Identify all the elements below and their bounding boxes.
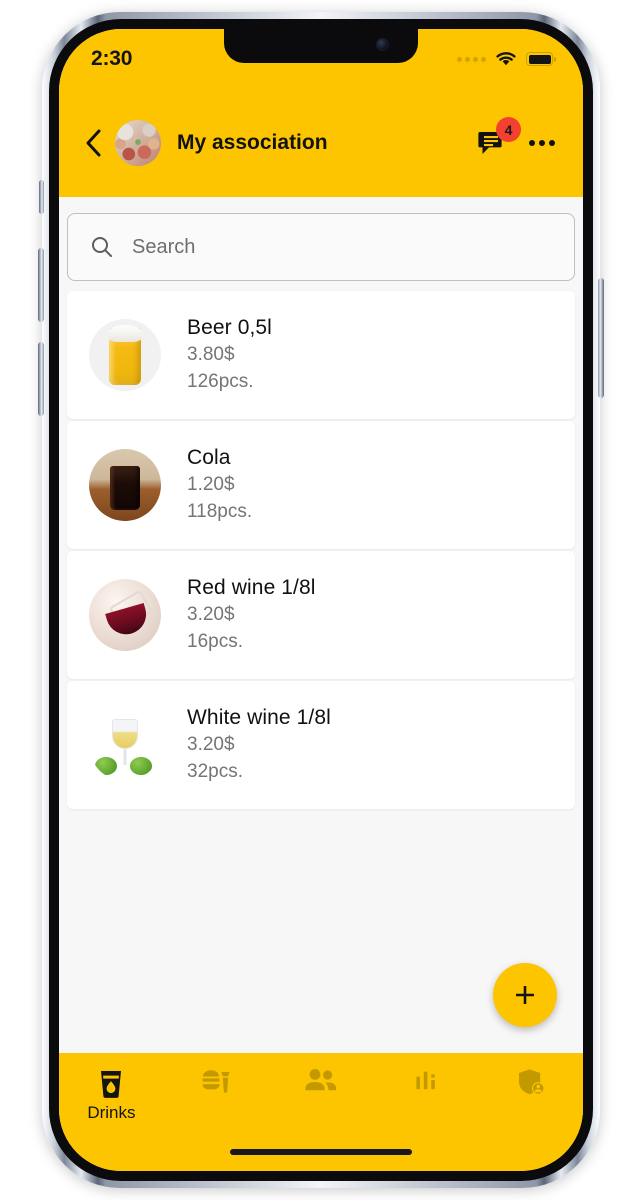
phone-screen: 2:30 My association 4 Search Beer 0,5l 3… (59, 29, 583, 1171)
drinks-list: Beer 0,5l 3.80$ 126pcs. Cola 1.20$ 118pc… (59, 291, 583, 809)
list-item-quantity: 118pcs. (187, 500, 253, 522)
fast-food-icon (202, 1070, 230, 1093)
list-item-texts: Beer 0,5l 3.80$ 126pcs. (187, 314, 557, 396)
avatar[interactable] (115, 120, 161, 166)
list-item[interactable]: Red wine 1/8l 3.20$ 16pcs. (67, 551, 575, 679)
list-item-price: 3.80$ (187, 343, 235, 365)
list-item-quantity: 32pcs. (187, 760, 243, 782)
nav-item-drinks[interactable]: Drinks (59, 1067, 164, 1123)
status-bar-clock: 2:30 (91, 47, 133, 70)
red-wine-glass-thumbnail (89, 579, 161, 651)
list-item-name: White wine 1/8l (187, 706, 331, 730)
list-item-price: 3.20$ (187, 733, 235, 755)
status-bar: 2:30 (59, 29, 583, 79)
list-item-price: 3.20$ (187, 603, 235, 625)
list-item-texts: Red wine 1/8l 3.20$ 16pcs. (187, 574, 557, 656)
beer-glass-thumbnail (89, 319, 161, 391)
list-item[interactable]: White wine 1/8l 3.20$ 32pcs. (67, 681, 575, 809)
drink-cup-icon (101, 1071, 122, 1098)
search-section (59, 197, 583, 291)
home-indicator[interactable] (230, 1149, 412, 1155)
app-header: My association 4 (59, 89, 583, 197)
bottom-navigation: Drinks (59, 1053, 583, 1171)
list-item[interactable]: Beer 0,5l 3.80$ 126pcs. (67, 291, 575, 419)
chat-unread-badge: 4 (496, 117, 521, 142)
list-item-texts: Cola 1.20$ 118pcs. (187, 444, 557, 526)
add-drink-button[interactable] (493, 963, 557, 1027)
white-wine-glass-thumbnail (89, 709, 161, 781)
power-button[interactable] (598, 278, 604, 398)
avatar-photo (115, 120, 161, 166)
list-item-name: Beer 0,5l (187, 316, 272, 340)
mute-switch-button[interactable] (39, 180, 44, 214)
wifi-icon (496, 52, 516, 66)
list-item-texts: White wine 1/8l 3.20$ 32pcs. (187, 704, 557, 786)
search-bar[interactable] (67, 213, 575, 281)
status-bar-indicators (457, 41, 556, 67)
list-item-price: 1.20$ (187, 473, 235, 495)
plus-icon (516, 986, 534, 1004)
search-icon (92, 237, 112, 257)
battery-full-icon (526, 52, 556, 66)
list-item-name: Cola (187, 446, 231, 470)
nav-item-admin[interactable] (478, 1067, 583, 1101)
volume-down-button[interactable] (38, 342, 44, 416)
nav-item-statistics[interactable] (373, 1067, 478, 1097)
page-title: My association (177, 131, 328, 154)
search-input[interactable] (132, 214, 552, 280)
nav-item-people[interactable] (269, 1067, 374, 1097)
shield-user-icon (518, 1069, 545, 1095)
bar-chart-icon (416, 1071, 435, 1090)
chat-button[interactable]: 4 (473, 117, 521, 163)
signal-dots-icon (457, 56, 486, 62)
list-item-quantity: 16pcs. (187, 630, 243, 652)
nav-item-food[interactable] (164, 1067, 269, 1101)
back-button[interactable] (73, 123, 113, 163)
more-options-button[interactable] (525, 126, 559, 160)
list-item[interactable]: Cola 1.20$ 118pcs. (67, 421, 575, 549)
cola-glass-thumbnail (89, 449, 161, 521)
list-item-name: Red wine 1/8l (187, 576, 316, 600)
people-icon (305, 1069, 337, 1091)
chevron-left-icon (86, 129, 101, 157)
phone-device-frame: 2:30 My association 4 Search Beer 0,5l 3… (38, 12, 604, 1188)
more-horizontal-icon (529, 140, 535, 146)
volume-up-button[interactable] (38, 248, 44, 322)
nav-item-label: Drinks (87, 1103, 136, 1122)
main-content: Beer 0,5l 3.80$ 126pcs. Cola 1.20$ 118pc… (59, 197, 583, 1053)
list-item-quantity: 126pcs. (187, 370, 254, 392)
